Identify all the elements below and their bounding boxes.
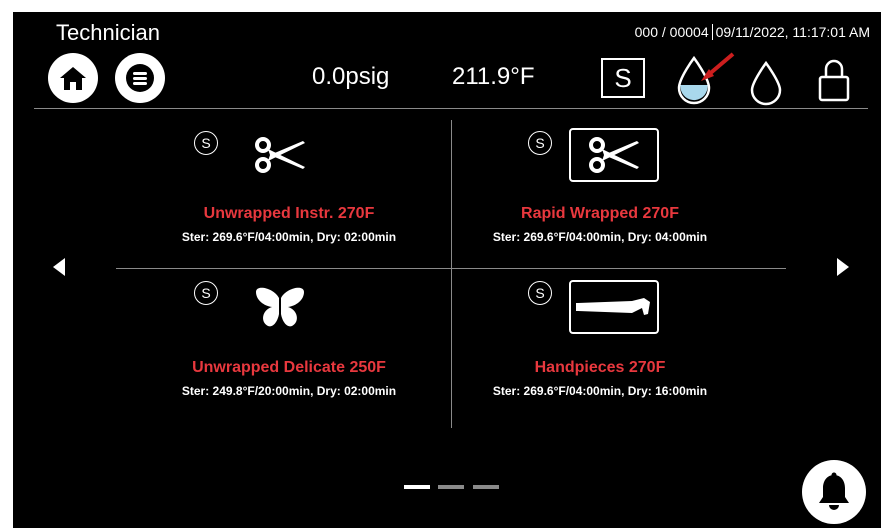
program-s-badge: S <box>194 281 218 305</box>
water-full-icon <box>677 52 735 105</box>
water-empty-indicator[interactable] <box>749 60 783 111</box>
stamp-divider <box>711 24 713 40</box>
menu-button[interactable] <box>115 53 165 103</box>
water-level-indicator[interactable] <box>673 48 743 113</box>
menu-icon <box>126 64 154 92</box>
arrow-left-icon <box>53 258 65 276</box>
s-mode-button[interactable]: S <box>601 58 645 98</box>
cycle-counter: 000 / 00004 <box>634 24 709 40</box>
grid-horizontal-divider <box>116 268 786 269</box>
pressure-reading: 0.0psig <box>312 63 390 90</box>
status-stamp: 000 / 00004 09/11/2022, 11:17:01 AM <box>635 24 870 40</box>
wrapped-scissors-icon <box>589 137 639 173</box>
program-icon <box>569 128 659 182</box>
drop-outline-icon <box>750 60 782 106</box>
program-s-badge: S <box>528 281 552 305</box>
program-name: Rapid Wrapped 270F <box>521 205 679 222</box>
date-time: 09/11/2022, 11:17:01 AM <box>715 24 870 40</box>
previous-page-button[interactable] <box>51 257 67 282</box>
program-name: Unwrapped Delicate 250F <box>192 359 386 376</box>
handpiece-icon <box>576 298 650 315</box>
program-name: Unwrapped Instr. 270F <box>203 205 375 222</box>
program-icon <box>250 282 310 332</box>
next-page-button[interactable] <box>835 257 851 282</box>
lock-button[interactable] <box>818 58 850 107</box>
user-role-label: Technician <box>56 20 160 45</box>
home-button[interactable] <box>48 53 98 103</box>
bell-icon <box>819 472 849 510</box>
page-dot[interactable] <box>438 485 464 489</box>
program-params: Ster: 269.6°F/04:00min, Dry: 04:00min <box>492 230 708 244</box>
lock-icon <box>818 59 850 102</box>
temperature-reading: 211.9°F <box>452 63 535 90</box>
program-params: Ster: 249.8°F/20:00min, Dry: 02:00min <box>181 384 397 398</box>
program-icon <box>250 130 310 180</box>
page-dot[interactable] <box>473 485 499 489</box>
home-icon <box>60 67 86 90</box>
program-icon <box>569 280 659 334</box>
program-selection-screen: Technician 000 / 00004 09/11/2022, 11:17:… <box>13 12 881 528</box>
program-params: Ster: 269.6°F/04:00min, Dry: 16:00min <box>492 384 708 398</box>
program-name: Handpieces 270F <box>534 359 666 376</box>
scissors-icon <box>255 137 305 173</box>
header-divider <box>34 108 868 109</box>
program-s-badge: S <box>528 131 552 155</box>
arrow-right-icon <box>837 258 849 276</box>
program-params: Ster: 269.6°F/04:00min, Dry: 02:00min <box>181 230 397 244</box>
notifications-button[interactable] <box>802 460 866 524</box>
butterfly-icon <box>256 287 304 327</box>
grid-vertical-divider <box>451 120 452 428</box>
program-s-badge: S <box>194 131 218 155</box>
page-dot-active[interactable] <box>404 485 430 489</box>
